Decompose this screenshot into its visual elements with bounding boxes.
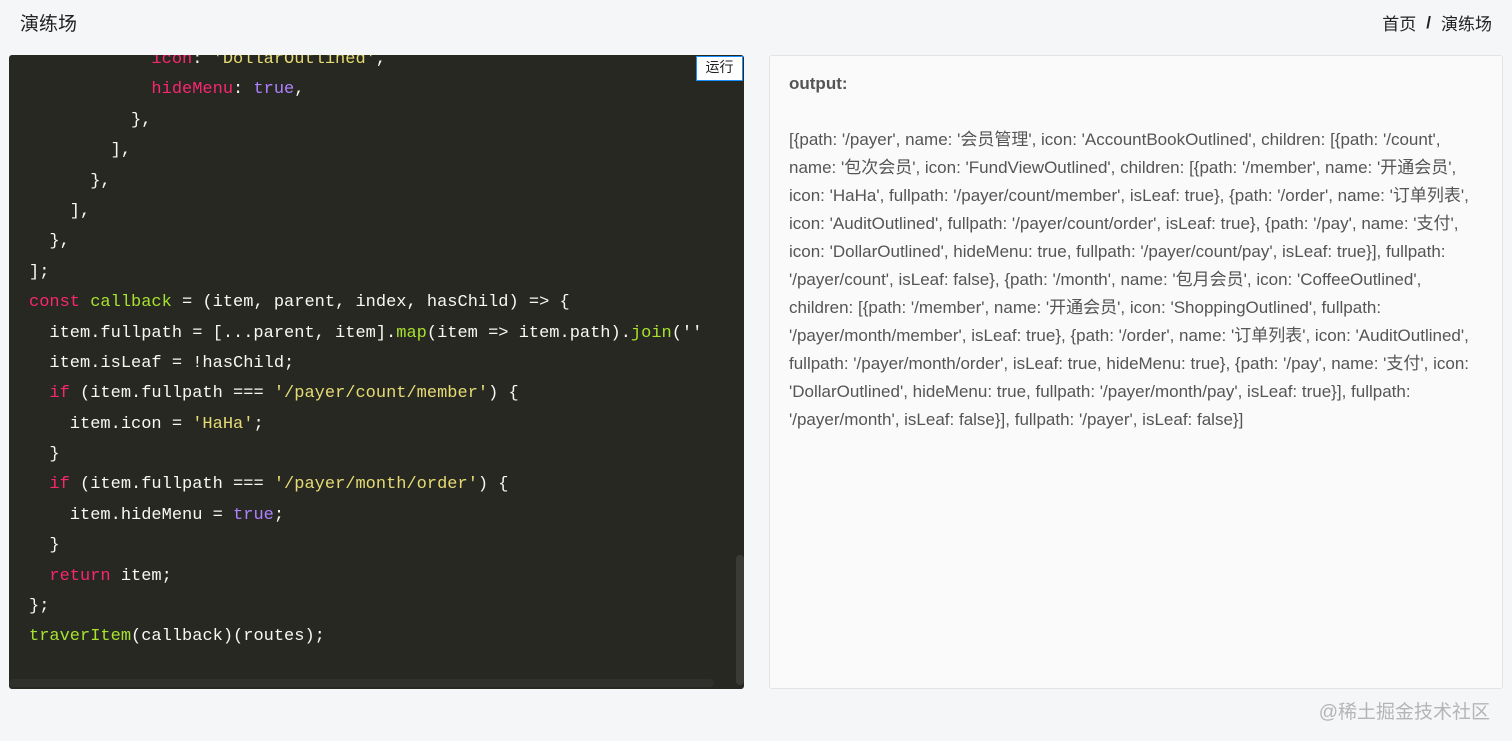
code-token: ; bbox=[253, 414, 264, 434]
horizontal-scrollbar[interactable] bbox=[9, 679, 714, 687]
output-text: [{path: '/payer', name: '会员管理', icon: 'A… bbox=[789, 130, 1470, 429]
code-token: , bbox=[294, 80, 305, 100]
code-token: }, bbox=[29, 232, 70, 252]
code-token: const bbox=[29, 293, 81, 313]
code-token: return bbox=[49, 566, 111, 586]
code-line: ], bbox=[29, 197, 702, 227]
code-token: 'HaHa' bbox=[192, 414, 254, 434]
code-token: ], bbox=[29, 201, 91, 221]
code-token: , bbox=[375, 55, 387, 69]
code-line: return item; bbox=[29, 562, 702, 592]
code-line: if (item.fullpath === '/payer/count/memb… bbox=[29, 379, 702, 409]
code-line: ]; bbox=[29, 258, 702, 288]
code-token: true bbox=[253, 80, 295, 100]
code-token: (item.fullpath === bbox=[69, 384, 274, 404]
code-line: const callback = (item, parent, index, h… bbox=[29, 288, 702, 318]
code-token: }, bbox=[29, 110, 152, 130]
code-line: item.hideMenu = true; bbox=[29, 501, 702, 531]
code-token: ], bbox=[29, 141, 132, 161]
breadcrumb: 首页 / 演练场 bbox=[1382, 10, 1492, 35]
output-panel: output: [{path: '/payer', name: '会员管理', … bbox=[769, 55, 1503, 689]
code-token: if bbox=[49, 384, 70, 404]
run-button[interactable]: 运行 bbox=[696, 56, 743, 81]
code-token: ]; bbox=[29, 262, 50, 282]
code-line: ], bbox=[29, 136, 702, 166]
code-editor[interactable]: icon: 'DollarOutlined', hideMenu: true, … bbox=[9, 55, 744, 689]
code-token: item.isLeaf = !hasChild; bbox=[29, 353, 295, 373]
code-token: } bbox=[29, 445, 60, 465]
breadcrumb-separator: / bbox=[1426, 12, 1431, 32]
watermark: @稀土掘金技术社区 bbox=[1318, 702, 1490, 723]
code-line: }; bbox=[29, 592, 702, 622]
code-line: item.icon = 'HaHa'; bbox=[29, 410, 702, 440]
code-token: : bbox=[233, 80, 254, 100]
code-line: if (item.fullpath === '/payer/month/orde… bbox=[29, 470, 702, 500]
output-label: output: bbox=[789, 74, 848, 93]
code-line: } bbox=[29, 531, 702, 561]
code-token: (callback)(routes); bbox=[131, 627, 325, 647]
code-token: ) { bbox=[488, 384, 519, 404]
code-line: }, bbox=[29, 227, 702, 257]
code-token: map bbox=[396, 323, 427, 343]
code-line: hideMenu: true, bbox=[29, 75, 702, 105]
code-token: }; bbox=[29, 597, 50, 617]
code-line: item.isLeaf = !hasChild; bbox=[29, 349, 702, 379]
code-line: item.fullpath = [...parent, item].map(it… bbox=[29, 319, 702, 349]
code-line: icon: 'DollarOutlined', bbox=[29, 55, 702, 75]
code-token: '/payer/count/member' bbox=[273, 384, 489, 404]
breadcrumb-home[interactable]: 首页 bbox=[1382, 10, 1416, 35]
code-token: item.icon = bbox=[29, 414, 193, 434]
code-line: }, bbox=[29, 106, 702, 136]
code-token: }, bbox=[29, 171, 111, 191]
code-token: item.fullpath = [...parent, item]. bbox=[29, 323, 397, 343]
code-token: (item.fullpath === bbox=[69, 475, 274, 495]
code-token: = (item, parent, index, hasChild) => { bbox=[171, 293, 570, 313]
code-line: traverItem(callback)(routes); bbox=[29, 622, 702, 652]
code-token: : bbox=[192, 55, 213, 69]
code-token: ('' bbox=[671, 323, 703, 343]
code-token: (item => item.path). bbox=[426, 323, 631, 343]
code-token: join bbox=[630, 323, 672, 343]
code-token: ) { bbox=[477, 475, 509, 495]
page-title: 演练场 bbox=[20, 14, 78, 35]
breadcrumb-current: 演练场 bbox=[1441, 15, 1492, 34]
code-token: item.hideMenu = bbox=[29, 505, 234, 525]
code-token: true bbox=[233, 505, 274, 525]
code-token: ; bbox=[273, 505, 285, 525]
code-token: 'DollarOutlined' bbox=[212, 55, 376, 69]
page-header: 演练场 首页 / 演练场 bbox=[0, 0, 1512, 42]
code-content[interactable]: icon: 'DollarOutlined', hideMenu: true, … bbox=[29, 55, 702, 653]
code-token: callback bbox=[90, 293, 172, 313]
vertical-scrollbar[interactable] bbox=[736, 555, 744, 685]
code-token: if bbox=[49, 475, 70, 495]
code-token: item; bbox=[110, 566, 172, 586]
code-token: } bbox=[29, 536, 60, 556]
code-token: icon bbox=[151, 55, 193, 69]
code-token: traverItem bbox=[29, 627, 132, 647]
code-line: }, bbox=[29, 167, 702, 197]
code-line: } bbox=[29, 440, 702, 470]
code-token: hideMenu bbox=[151, 80, 234, 100]
code-token: '/payer/month/order' bbox=[273, 475, 478, 495]
